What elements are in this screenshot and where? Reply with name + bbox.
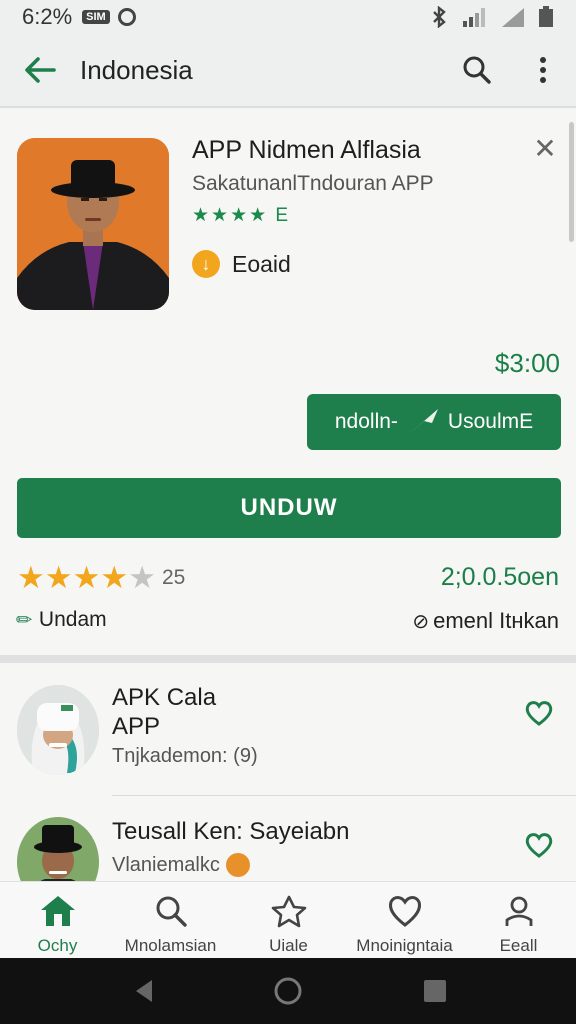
nav-item-featured[interactable]: Uiale (231, 882, 346, 959)
person-icon (505, 896, 532, 926)
tag-left[interactable]: ✎ Undam (12, 607, 107, 633)
bluetooth-icon (433, 6, 446, 28)
avatar-image (17, 685, 99, 775)
star-filled-icon: ★ (100, 560, 129, 595)
search-button[interactable] (444, 33, 510, 107)
tag-left-label: Undam (38, 608, 107, 631)
heart-icon (525, 833, 553, 858)
system-navigation-bar (0, 958, 576, 1024)
nav-item-search[interactable]: Mnolamsian (113, 882, 228, 959)
bottom-navigation: Ochy Mnolamsian Uiale Mnoinigntaia Eeall (0, 881, 576, 958)
scrollbar[interactable] (569, 122, 574, 242)
status-bar: 6:2% SIM (0, 0, 576, 34)
avatar-image (17, 817, 99, 881)
avatar (17, 817, 99, 881)
download-badge-icon: ↓ (192, 250, 220, 278)
list-item-title-line1: APK Cala (112, 684, 217, 711)
system-home-icon[interactable] (273, 976, 303, 1006)
paid-label: Eoaid (232, 250, 291, 277)
app-price: $3:00 (494, 348, 560, 378)
nav-label-wishlist: Mnoinigntaia (356, 936, 453, 955)
tag-right[interactable]: ⊘ emenl Itнkan (412, 608, 559, 634)
emoji-icon (225, 853, 250, 877)
star-empty-icon: ★ (128, 560, 156, 595)
heart-icon (525, 701, 553, 726)
list-item[interactable]: Teusall Ken: Sayeiabn Vlaniemalkc (0, 797, 576, 881)
battery-icon (539, 6, 553, 27)
star-icon (271, 895, 306, 928)
nav-label-home: Ochy (37, 936, 78, 955)
nav-item-home[interactable]: Ochy (0, 882, 115, 959)
download-button[interactable]: ndolln- UsoulmE (307, 394, 561, 450)
rating-stars: ★★★★★ (17, 562, 156, 594)
close-button[interactable]: ✕ (530, 134, 560, 164)
nav-label-featured: Uiale (269, 936, 308, 955)
list-item-title: Teusall Ken: Sayeiabn (112, 818, 350, 845)
download-button-left-label: ndolln- (334, 410, 398, 433)
app-name: APP Nidmen Alflasia (192, 136, 421, 164)
system-back-icon[interactable] (130, 976, 160, 1006)
nav-item-account[interactable]: Eeall (461, 882, 576, 959)
app-star-rating: ★★★★ E (192, 205, 291, 226)
section-divider (0, 655, 576, 663)
nav-label-search: Mnolamsian (124, 936, 217, 955)
related-apps-list: APK Cala APP Tnjkademon: (9) Teusall Ken… (0, 663, 576, 881)
sync-icon (117, 8, 136, 26)
heart-icon (388, 896, 421, 927)
avatar (17, 685, 99, 775)
list-item-title: APK Cala APP (112, 683, 216, 741)
app-detail-card: APP Nidmen Alflasia SakatunanlTndouran A… (0, 110, 576, 655)
star-filled-icon: ★ (17, 560, 45, 595)
download-button-right-label: UsoulmE (447, 410, 534, 433)
tag-right-label: emenl Itнkan (433, 608, 559, 633)
more-vert-icon (540, 57, 546, 83)
signal-icon (463, 8, 485, 27)
home-icon (40, 896, 75, 926)
status-time: 6:2% (22, 4, 73, 29)
list-item-subtitle: Vlaniemalkc (112, 853, 220, 876)
star-filled-icon: ★ (44, 560, 73, 595)
download-count: 2;0.0.5oen (440, 563, 559, 591)
arrow-leaf-icon (407, 409, 438, 436)
app-icon (17, 138, 169, 310)
install-button[interactable]: UNDUW (17, 478, 561, 538)
back-button[interactable] (0, 33, 80, 107)
list-item-title-line2: APP (112, 713, 161, 740)
list-item-subtitle: Tnjkademon: (9) (112, 745, 258, 767)
list-divider (112, 795, 576, 796)
rating-count: 25 (161, 566, 186, 589)
app-icon-portrait (17, 138, 169, 310)
list-item-subtitle-row: Vlaniemalkc (112, 853, 250, 877)
app-developer[interactable]: SakatunanlTndouran APP (192, 172, 434, 196)
favorite-button[interactable] (524, 699, 554, 729)
page-title: Indonesia (80, 54, 193, 85)
paid-indicator: ↓ Eoaid (192, 250, 291, 278)
system-recents-icon[interactable] (420, 976, 450, 1006)
star-filled-icon: ★ (72, 560, 101, 595)
link-icon: ⊘ (412, 610, 430, 633)
favorite-button[interactable] (524, 831, 554, 861)
arrow-back-icon (25, 57, 56, 83)
rating-row: ★★★★★ 25 (17, 562, 185, 594)
search-icon (463, 56, 491, 84)
sim-badge: SIM (82, 10, 110, 24)
search-icon (156, 896, 187, 927)
list-item[interactable]: APK Cala APP Tnjkademon: (9) (0, 663, 576, 796)
more-options-button[interactable] (510, 33, 576, 107)
app-bar: Indonesia (0, 34, 576, 108)
nav-item-wishlist[interactable]: Mnoinigntaia (347, 882, 462, 959)
tag-icon: ✎ (11, 606, 39, 634)
wifi-signal-icon (502, 8, 524, 27)
nav-label-account: Eeall (499, 936, 538, 955)
status-icons (428, 6, 554, 28)
